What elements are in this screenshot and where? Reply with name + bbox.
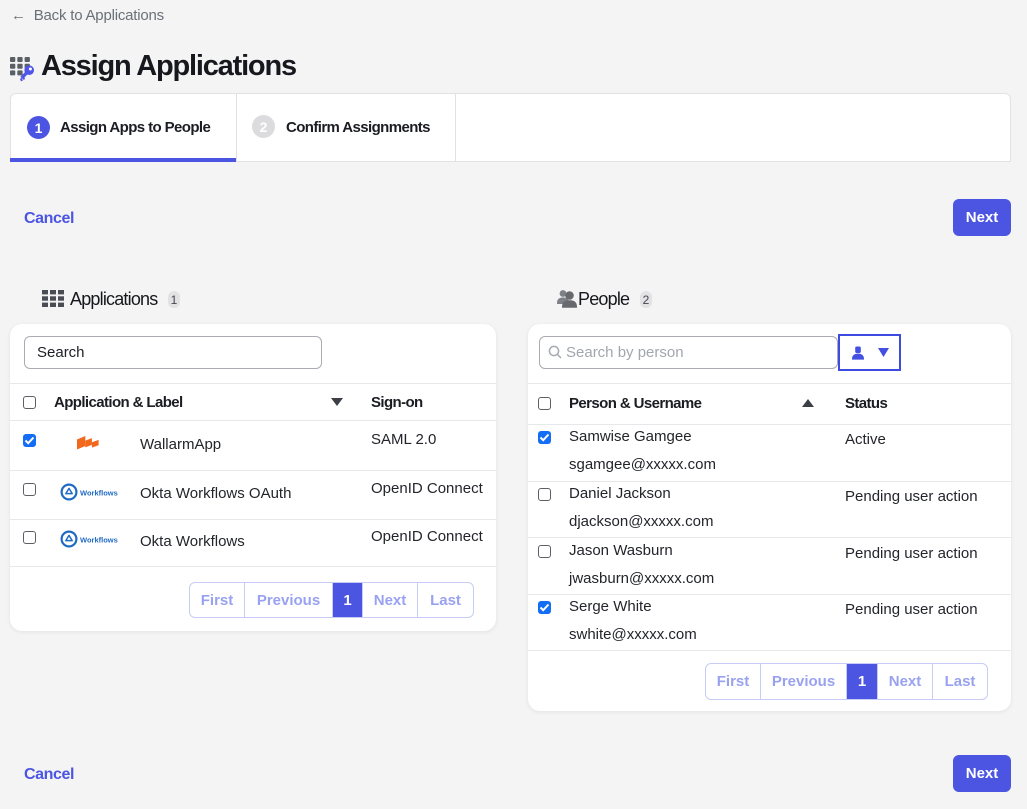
svg-text:Workflows: Workflows: [80, 489, 118, 498]
svg-text:Workflows: Workflows: [80, 536, 118, 545]
